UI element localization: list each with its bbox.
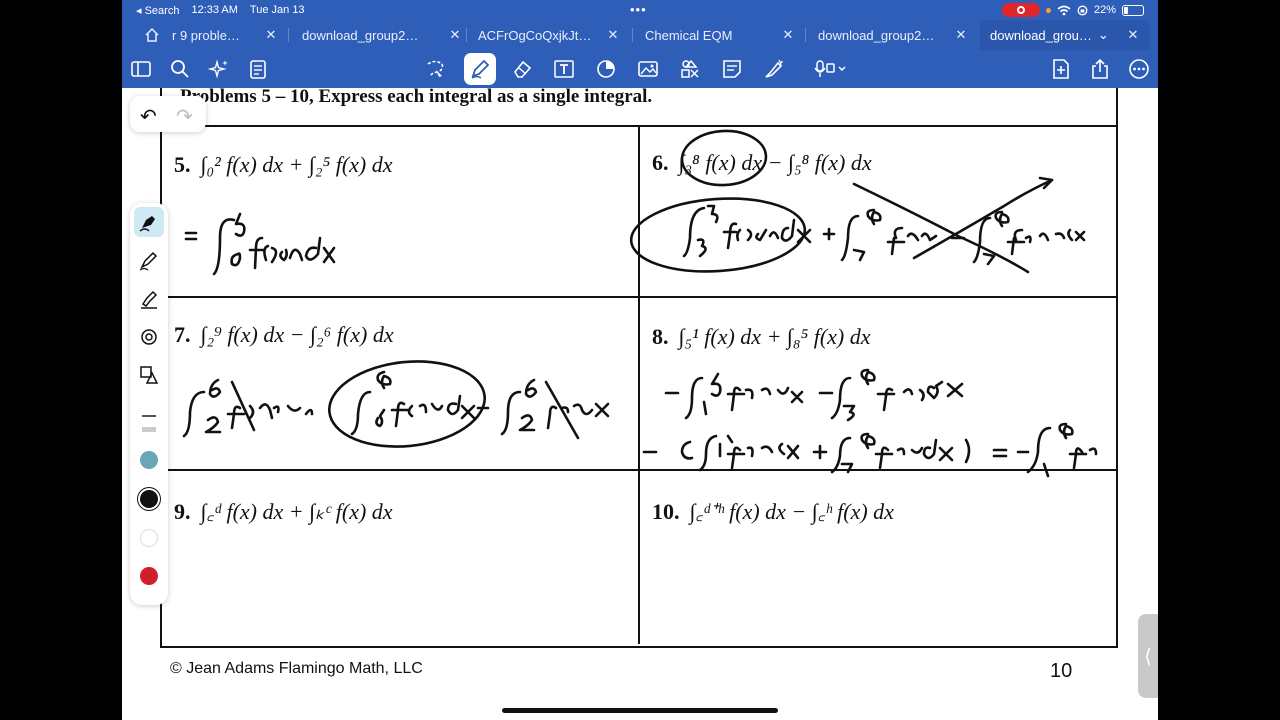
stamp-icon[interactable] [679, 58, 701, 80]
pen-palette [130, 203, 168, 605]
wifi-icon [1057, 5, 1071, 15]
search-icon[interactable] [169, 58, 191, 80]
multitask-dots[interactable]: ••• [630, 2, 647, 17]
tab-close-icon[interactable]: ✕ [448, 27, 462, 43]
tab-close-icon[interactable]: ✕ [606, 27, 620, 43]
tab-2[interactable]: download_group2… ✕ [302, 20, 462, 50]
tab-6-active[interactable]: download_grou… ⌄ ✕ [980, 20, 1150, 50]
undo-button[interactable]: ↶ [140, 104, 157, 129]
tab-label: download_group2… [818, 27, 935, 43]
tab-3[interactable]: ACFrOgCoQxjkJt… ✕ [478, 20, 620, 50]
undo-redo-palette: ↶ ↷ [130, 96, 206, 132]
tab-close-icon[interactable]: ✕ [781, 27, 795, 43]
pen-tool[interactable] [137, 249, 161, 273]
more-icon[interactable] [1128, 58, 1150, 80]
shape-tool[interactable] [137, 363, 161, 387]
color-swatch-black-selected[interactable] [140, 490, 158, 508]
grid-row-divider [168, 469, 1118, 471]
tab-label: Chemical EQM [645, 27, 733, 43]
problem-5: 5. ∫₀² f(x) dx + ∫₂⁵ f(x) dx [174, 152, 393, 177]
tab-bar: r 9 proble… ✕ download_group2… ✕ ACFrOgC… [122, 20, 1158, 50]
tab-1[interactable]: r 9 proble… ✕ [172, 20, 278, 50]
orientation-lock-icon [1077, 5, 1088, 15]
share-icon[interactable] [1089, 58, 1111, 80]
screen-record-icon[interactable] [1001, 3, 1040, 17]
document-page[interactable]: Problems 5 – 10, Express each integral a… [122, 86, 1158, 700]
shape-icon[interactable] [595, 58, 617, 80]
fountain-pen-tool[interactable] [134, 207, 164, 237]
fountain-pen-icon [139, 216, 155, 232]
problem-8: 8. ∫₅¹ f(x) dx + ∫₈⁵ f(x) dx [652, 324, 871, 349]
problem-7: 7. ∫₂⁹ f(x) dx − ∫₂⁶ f(x) dx [174, 322, 394, 347]
tab-close-icon[interactable]: ✕ [954, 27, 968, 43]
eraser-icon [141, 329, 157, 345]
tab-close-icon[interactable]: ✕ [264, 27, 278, 43]
grid-column-divider [638, 125, 640, 644]
home-icon[interactable] [144, 27, 160, 43]
stroke-weight-thick[interactable] [142, 427, 156, 432]
pen-icon[interactable] [469, 58, 491, 80]
color-swatch-red[interactable] [140, 567, 158, 585]
eraser-tool[interactable] [137, 325, 161, 349]
tab-close-icon[interactable]: ✕ [1126, 27, 1140, 43]
problem-grid [168, 125, 1118, 648]
sidebar-icon[interactable] [130, 58, 152, 80]
tab-5[interactable]: download_group2… ✕ [818, 20, 968, 50]
status-time: 12:33 AM [191, 4, 238, 16]
tab-4[interactable]: Chemical EQM ✕ [645, 20, 795, 50]
tab-label: r 9 proble… [172, 27, 240, 43]
highlighter-icon[interactable] [763, 58, 785, 80]
tab-label: download_group2… [302, 27, 419, 43]
color-swatch-white[interactable] [140, 529, 158, 547]
lasso-icon[interactable] [424, 58, 446, 80]
battery-percent: 22% [1093, 4, 1116, 16]
note-icon[interactable] [721, 58, 743, 80]
redo-button[interactable]: ↷ [176, 104, 193, 129]
highlighter-icon [141, 290, 158, 309]
text-box-icon[interactable] [553, 58, 575, 80]
sidebar-handle-icon[interactable]: ⟨ [1138, 614, 1158, 698]
color-swatch-teal[interactable] [140, 451, 158, 469]
stroke-weight-thin[interactable] [142, 415, 156, 417]
page-number: 10 [1050, 660, 1073, 682]
home-indicator[interactable] [502, 708, 778, 713]
pen-icon [139, 251, 158, 271]
eraser-icon[interactable] [511, 58, 533, 80]
voice-icon[interactable] [814, 58, 848, 80]
mic-indicator-icon [1045, 7, 1051, 13]
problem-10: 10. ∫꜀ᵈ⁺ʰ f(x) dx − ∫꜀ʰ f(x) dx [652, 499, 894, 524]
tab-label: ACFrOgCoQxjkJt… [478, 27, 592, 43]
problem-6: 6. ∫₃⁸ f(x) dx − ∫₅⁸ f(x) dx [652, 150, 872, 175]
shapes-icon [140, 366, 159, 384]
copyright-footer: © Jean Adams Flamingo Math, LLC [170, 660, 423, 677]
grid-row-divider [168, 296, 1118, 298]
back-to-search-link[interactable]: ◂ Search [136, 4, 179, 17]
tab-menu-chevron-icon[interactable]: ⌄ [1098, 27, 1109, 43]
battery-icon [1122, 4, 1144, 16]
image-icon[interactable] [637, 58, 659, 80]
add-page-icon[interactable] [1050, 58, 1072, 80]
clipboard-icon[interactable] [247, 58, 269, 80]
tab-label: download_grou… [990, 27, 1092, 43]
sparkle-icon[interactable] [207, 58, 230, 80]
highlighter-tool[interactable] [137, 287, 161, 311]
problem-9: 9. ∫꜀ᵈ f(x) dx + ∫ₖᶜ f(x) dx [174, 499, 393, 524]
ipad-screen: ◂ Search 12:33 AM Tue Jan 13 ••• 22% r 9… [122, 0, 1158, 720]
status-date: Tue Jan 13 [249, 4, 305, 16]
status-bar: ◂ Search 12:33 AM Tue Jan 13 ••• 22% [122, 0, 1158, 20]
annotation-toolbar [122, 50, 1158, 88]
